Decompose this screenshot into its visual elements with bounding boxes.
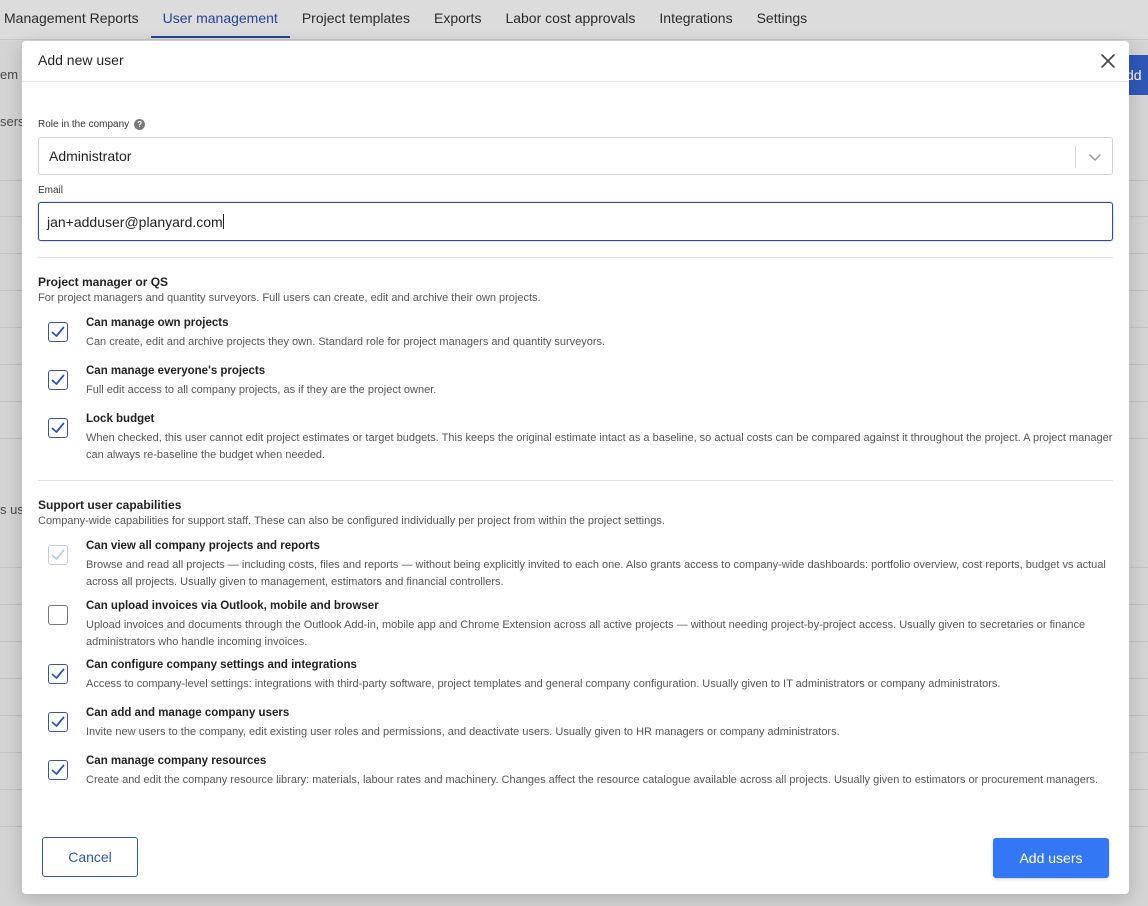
section-description-project-manager: For project managers and quantity survey… bbox=[38, 292, 541, 304]
tab-management-reports[interactable]: Management Reports bbox=[0, 0, 151, 36]
permission-description: Invite new users to the company, edit ex… bbox=[86, 726, 840, 738]
background-row-line bbox=[1129, 678, 1148, 679]
background-row-line bbox=[0, 364, 22, 365]
email-input-value: jan+adduser@planyard.com bbox=[47, 214, 224, 230]
permission-title: Can add and manage company users bbox=[86, 707, 290, 719]
permission-title: Can manage everyone's projects bbox=[86, 365, 266, 377]
chevron-down-icon[interactable] bbox=[1088, 150, 1102, 164]
permission-description: Access to company-level settings: integr… bbox=[86, 678, 1001, 690]
background-row-line bbox=[1129, 364, 1148, 365]
background-row-line bbox=[1129, 180, 1148, 181]
permission-description: When checked, this user cannot edit proj… bbox=[86, 432, 1113, 461]
text-caret bbox=[222, 214, 224, 229]
background-row-line bbox=[1129, 715, 1148, 716]
permission-title: Can upload invoices via Outlook, mobile … bbox=[86, 600, 379, 612]
section-title-support-user: Support user capabilities bbox=[38, 498, 182, 512]
cancel-button[interactable]: Cancel bbox=[42, 837, 138, 877]
checkbox-configure-company-settings[interactable] bbox=[48, 664, 68, 684]
checkbox-manage-company-users[interactable] bbox=[48, 712, 68, 732]
background-row-line bbox=[0, 438, 22, 439]
tab-exports[interactable]: Exports bbox=[422, 0, 493, 36]
background-row-line bbox=[1129, 438, 1148, 439]
check-icon bbox=[51, 422, 65, 433]
checkbox-view-all-projects bbox=[48, 545, 68, 565]
checkbox-upload-invoices[interactable] bbox=[48, 605, 68, 625]
background-row-line bbox=[0, 715, 22, 716]
check-icon bbox=[51, 374, 65, 385]
check-icon bbox=[51, 716, 65, 727]
email-label: Email bbox=[38, 185, 64, 196]
permission-description: Full edit access to all company projects… bbox=[86, 384, 437, 396]
section-description-support-user: Company-wide capabilities for support st… bbox=[38, 515, 665, 527]
section-divider bbox=[38, 257, 1113, 258]
checkbox-lock-budget[interactable] bbox=[48, 418, 68, 438]
role-select-value: Administrator bbox=[49, 148, 132, 164]
check-icon bbox=[51, 668, 65, 679]
background-row-line bbox=[1129, 216, 1148, 217]
background-row-line bbox=[1129, 641, 1148, 642]
modal-header: Add new user bbox=[22, 41, 1129, 82]
permission-title: Can manage own projects bbox=[86, 317, 229, 329]
role-label: Role in the company ? bbox=[38, 119, 146, 130]
close-icon bbox=[1101, 54, 1115, 68]
permission-description: Browse and read all projects — including… bbox=[86, 559, 1106, 588]
background-row-line bbox=[0, 180, 22, 181]
tab-user-management[interactable]: User management bbox=[150, 0, 290, 38]
tab-labor-cost-approvals[interactable]: Labor cost approvals bbox=[493, 0, 647, 36]
help-icon[interactable]: ? bbox=[134, 119, 146, 130]
background-row-line bbox=[0, 678, 22, 679]
add-user-modal: Add new user Role in the company ? Admin… bbox=[22, 41, 1129, 894]
permission-description: Can create, edit and archive projects th… bbox=[86, 336, 606, 348]
permission-title: Lock budget bbox=[86, 413, 155, 425]
tab-integrations[interactable]: Integrations bbox=[647, 0, 744, 36]
checkbox-manage-own-projects[interactable] bbox=[48, 322, 68, 342]
background-row-line bbox=[1129, 290, 1148, 291]
background-row-line bbox=[0, 401, 22, 402]
add-users-button[interactable]: Add users bbox=[993, 838, 1109, 878]
permission-title: Can view all company projects and report… bbox=[86, 540, 320, 552]
background-row-line bbox=[1129, 327, 1148, 328]
background-row-line bbox=[0, 290, 22, 291]
background-row-line bbox=[1129, 253, 1148, 254]
background-row-line bbox=[0, 567, 22, 568]
tab-project-templates[interactable]: Project templates bbox=[290, 0, 422, 36]
select-divider bbox=[1075, 146, 1076, 168]
background-row-line bbox=[1129, 604, 1148, 605]
permission-description: Upload invoices and documents through th… bbox=[86, 619, 1086, 648]
top-navigation: Management Reports User management Proje… bbox=[0, 0, 1148, 40]
background-row-line bbox=[0, 752, 22, 753]
background-row-line bbox=[0, 641, 22, 642]
checkbox-manage-everyones-projects[interactable] bbox=[48, 370, 68, 390]
background-fragment: em bbox=[0, 67, 19, 82]
check-icon bbox=[51, 549, 65, 560]
permission-description: Create and edit the company resource lib… bbox=[86, 774, 1099, 786]
modal-title: Add new user bbox=[38, 52, 124, 68]
background-row-line bbox=[1129, 826, 1148, 827]
background-row-line bbox=[0, 327, 22, 328]
section-title-project-manager: Project manager or QS bbox=[38, 275, 169, 289]
permission-title: Can manage company resources bbox=[86, 755, 267, 767]
section-divider bbox=[38, 480, 1113, 481]
check-icon bbox=[51, 764, 65, 775]
background-add-button: dd bbox=[1129, 55, 1148, 95]
background-row-line bbox=[0, 826, 22, 827]
role-select[interactable]: Administrator bbox=[38, 137, 1113, 175]
background-row-line bbox=[1129, 789, 1148, 790]
checkbox-manage-company-resources[interactable] bbox=[48, 760, 68, 780]
close-button[interactable] bbox=[1099, 52, 1117, 70]
email-input[interactable]: jan+adduser@planyard.com bbox=[38, 202, 1113, 241]
background-row-line bbox=[0, 604, 22, 605]
background-row-line bbox=[0, 216, 22, 217]
permission-title: Can configure company settings and integ… bbox=[86, 659, 357, 671]
background-row-line bbox=[0, 789, 22, 790]
tab-settings[interactable]: Settings bbox=[745, 0, 820, 36]
background-fragment: s us bbox=[0, 502, 22, 517]
background-row-line bbox=[1129, 752, 1148, 753]
background-row-line bbox=[1129, 401, 1148, 402]
background-fragment: sers bbox=[0, 114, 22, 129]
background-row-line bbox=[1129, 567, 1148, 568]
background-row-line bbox=[0, 253, 22, 254]
check-icon bbox=[51, 326, 65, 337]
